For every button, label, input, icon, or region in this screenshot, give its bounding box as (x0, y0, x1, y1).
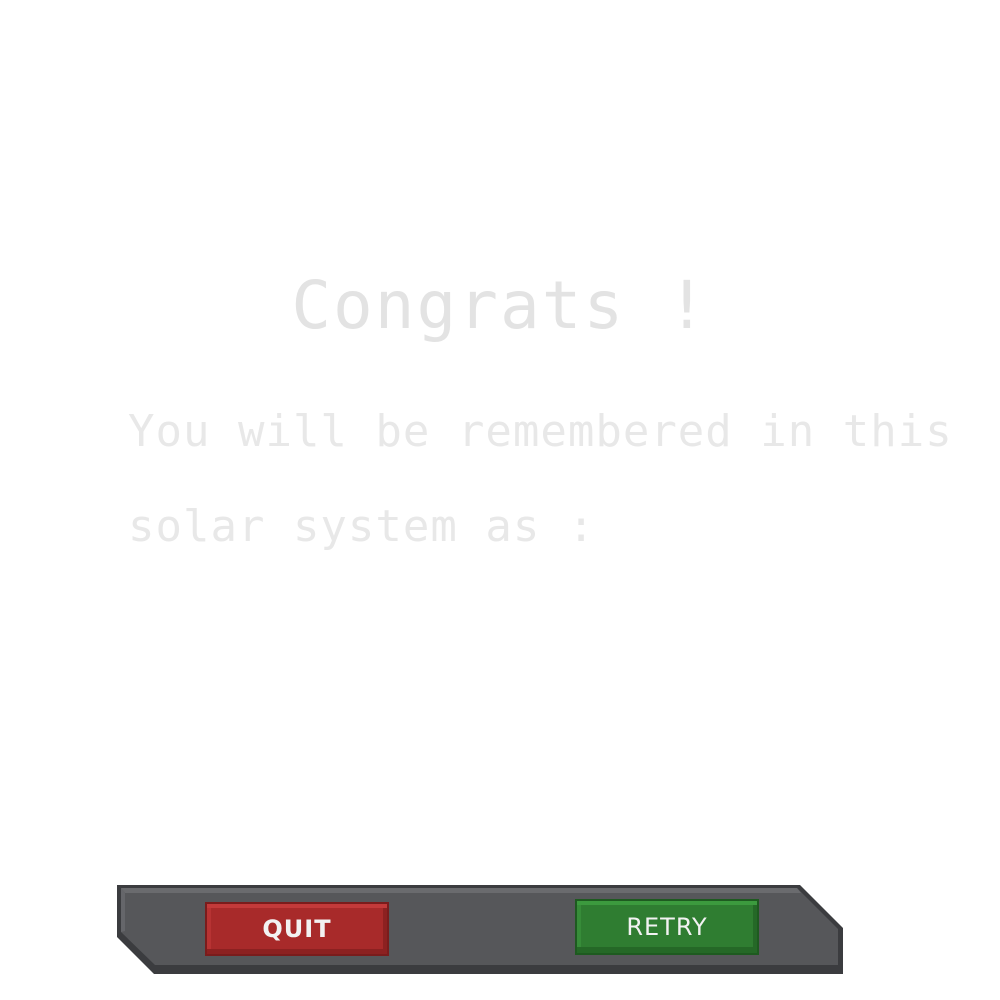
game-over-screen: Congrats ! You will be remembered in thi… (0, 0, 1000, 1000)
congrats-title: Congrats ! (291, 267, 709, 344)
message-line-2: solar system as : (128, 501, 596, 552)
quit-button[interactable]: QUIT (205, 902, 389, 956)
retry-button[interactable]: RETRY (575, 899, 759, 955)
message-line-1: You will be remembered in this (128, 406, 953, 457)
